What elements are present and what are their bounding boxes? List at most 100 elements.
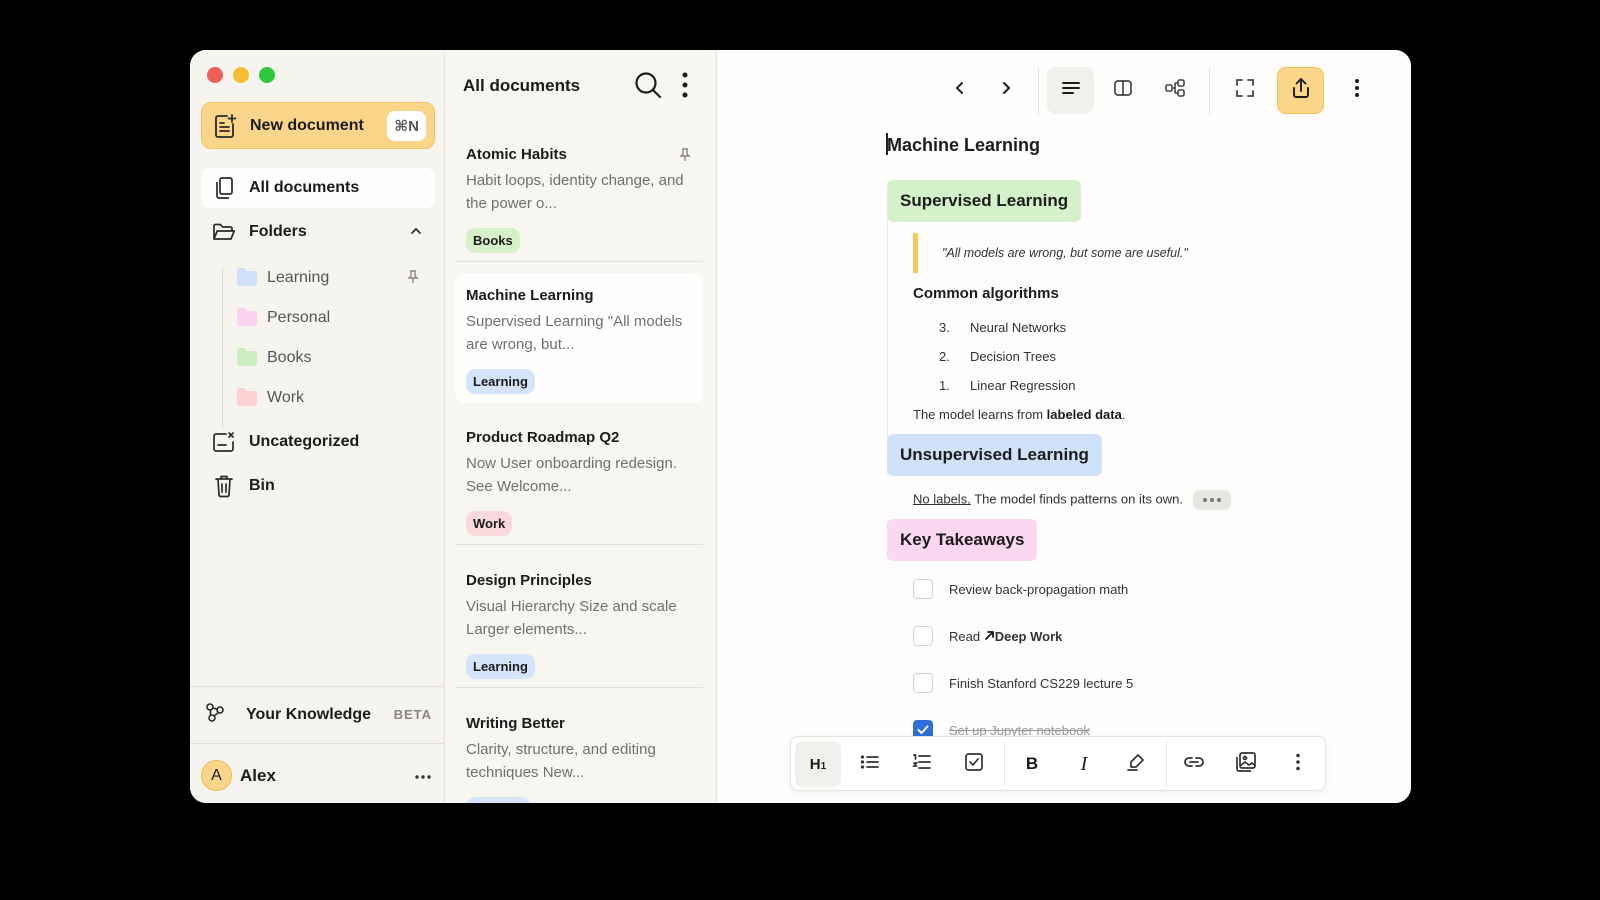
knowledge-label: Your Knowledge <box>246 705 372 723</box>
sidebar-item-folders[interactable]: Folders <box>201 212 435 252</box>
document-title: Design Principles <box>466 572 592 589</box>
document-tag: Learning <box>466 369 535 394</box>
bullet-list-button[interactable] <box>847 741 893 787</box>
italic-button[interactable]: I <box>1061 741 1107 787</box>
search-icon[interactable] <box>633 70 663 105</box>
new-document-shortcut: ⌘N <box>387 110 426 141</box>
bold-button[interactable]: B <box>1009 741 1055 787</box>
avatar: A <box>201 760 232 791</box>
format-toolbar: H1 B I <box>790 736 1326 791</box>
heading-1-button[interactable]: H1 <box>795 741 841 787</box>
new-document-icon <box>212 113 238 139</box>
minimize-window-button[interactable] <box>233 67 249 83</box>
checklist-button[interactable] <box>951 741 997 787</box>
sidebar-item-label: Bin <box>249 477 275 494</box>
document-title: Product Roadmap Q2 <box>466 429 620 446</box>
sidebar-item-all-documents[interactable]: All documents <box>201 168 435 208</box>
app-window: New document ⌘N All documents Folders Le… <box>190 50 1411 803</box>
numbered-list-icon <box>912 753 932 776</box>
folder-label: Personal <box>267 309 331 326</box>
paragraph-text: The model finds patterns on its own. <box>970 491 1184 507</box>
sidebar-item-bin[interactable]: Bin <box>201 466 435 506</box>
link-button[interactable] <box>1171 741 1217 787</box>
document-list-title: All documents <box>463 76 581 95</box>
editor-pane: Machine Learning Supervised Learning "Al… <box>717 50 1411 803</box>
document-card-product-roadmap[interactable]: Product Roadmap Q2 Now User onboarding r… <box>455 415 703 545</box>
beta-badge: BETA <box>393 707 432 722</box>
task-item: Read Deep Work <box>913 626 1062 646</box>
list-item: 1. Linear Regression <box>939 378 1076 393</box>
format-more-button[interactable] <box>1275 741 1321 787</box>
folder-icon <box>237 307 257 326</box>
window-controls <box>207 67 275 83</box>
document-list: All documents Atomic Habits Habit loops,… <box>445 50 717 803</box>
document-tag: Learning <box>466 654 535 679</box>
folder-item-work[interactable]: Work <box>237 381 427 415</box>
list-number: 2. <box>939 349 950 364</box>
sidebar-item-label: Uncategorized <box>249 433 360 450</box>
document-snippet: Supervised Learning "All models are wron… <box>466 313 683 353</box>
user-profile[interactable]: A Alex <box>201 760 431 791</box>
folder-icon <box>237 267 257 286</box>
supervised-paragraph: The model learns from labeled data. <box>913 407 1125 422</box>
more-horizontal-icon[interactable] <box>415 767 431 785</box>
sidebar-item-label: Folders <box>249 223 307 240</box>
blockquote: "All models are wrong, but some are usef… <box>913 233 1188 273</box>
bold-icon: B <box>1025 754 1039 773</box>
more-vertical-icon[interactable] <box>681 72 689 103</box>
unsupervised-paragraph: No labels. The model finds patterns on i… <box>913 490 1232 510</box>
sidebar-item-uncategorized[interactable]: Uncategorized <box>201 422 435 462</box>
section-heading-takeaways: Key Takeaways <box>887 519 1038 561</box>
bold-text: labeled data <box>1046 407 1122 422</box>
sidebar: New document ⌘N All documents Folders Le… <box>190 50 445 803</box>
close-window-button[interactable] <box>207 67 223 83</box>
pin-icon[interactable] <box>407 270 419 289</box>
your-knowledge-item[interactable]: Your Knowledge BETA <box>204 701 432 728</box>
list-text: Linear Regression <box>970 378 1076 393</box>
numbered-list-button[interactable] <box>899 741 945 787</box>
list-number: 1. <box>939 378 950 393</box>
task-checkbox[interactable] <box>913 673 933 693</box>
link-icon <box>1183 755 1205 774</box>
chevron-up-icon[interactable] <box>409 224 423 243</box>
zoom-window-button[interactable] <box>259 67 275 83</box>
sidebar-divider <box>190 686 445 687</box>
document-content[interactable]: Machine Learning Supervised Learning "Al… <box>717 50 1411 803</box>
more-vertical-icon <box>1295 753 1301 776</box>
document-link[interactable]: Deep Work <box>995 629 1063 644</box>
paragraph-text: . <box>1121 407 1126 422</box>
folder-item-learning[interactable]: Learning <box>237 261 427 295</box>
document-title: Atomic Habits <box>466 146 567 163</box>
document-title: Writing Better <box>466 715 565 732</box>
sidebar-divider <box>190 743 445 744</box>
image-button[interactable] <box>1223 741 1269 787</box>
new-document-button[interactable]: New document ⌘N <box>201 102 435 149</box>
folder-item-personal[interactable]: Personal <box>237 301 427 335</box>
highlight-button[interactable] <box>1113 741 1159 787</box>
list-item: 2. Decision Trees <box>939 349 1056 364</box>
trash-icon <box>211 474 237 498</box>
list-text: Neural Networks <box>970 320 1067 335</box>
document-snippet: Visual Hierarchy Size and scale Larger e… <box>466 598 677 638</box>
pin-icon[interactable] <box>679 148 691 167</box>
highlighter-icon <box>1126 752 1146 777</box>
sidebar-item-label: All documents <box>249 179 360 196</box>
document-card-machine-learning[interactable]: Machine Learning Supervised Learning "Al… <box>455 273 703 403</box>
folder-item-books[interactable]: Books <box>237 341 427 375</box>
collapsed-content-badge[interactable] <box>1193 490 1232 510</box>
algorithms-heading: Common algorithms <box>913 285 1059 302</box>
document-card-atomic-habits[interactable]: Atomic Habits Habit loops, identity chan… <box>455 132 703 262</box>
document-card-writing-better[interactable]: Writing Better Clarity, structure, and e… <box>455 701 703 803</box>
knowledge-graph-icon <box>204 701 226 728</box>
list-text: Decision Trees <box>970 349 1056 364</box>
task-checkbox[interactable] <box>913 626 933 646</box>
task-checkbox[interactable] <box>913 579 933 599</box>
document-tag: Books <box>466 228 520 253</box>
task-item: Finish Stanford CS229 lecture 5 <box>913 673 1133 693</box>
folder-label: Work <box>267 389 305 406</box>
italic-icon: I <box>1080 752 1088 775</box>
toolbar-separator <box>1004 741 1005 787</box>
folder-open-icon <box>211 222 237 242</box>
underlined-link[interactable]: No labels. <box>913 491 971 506</box>
document-card-design-principles[interactable]: Design Principles Visual Hierarchy Size … <box>455 558 703 688</box>
